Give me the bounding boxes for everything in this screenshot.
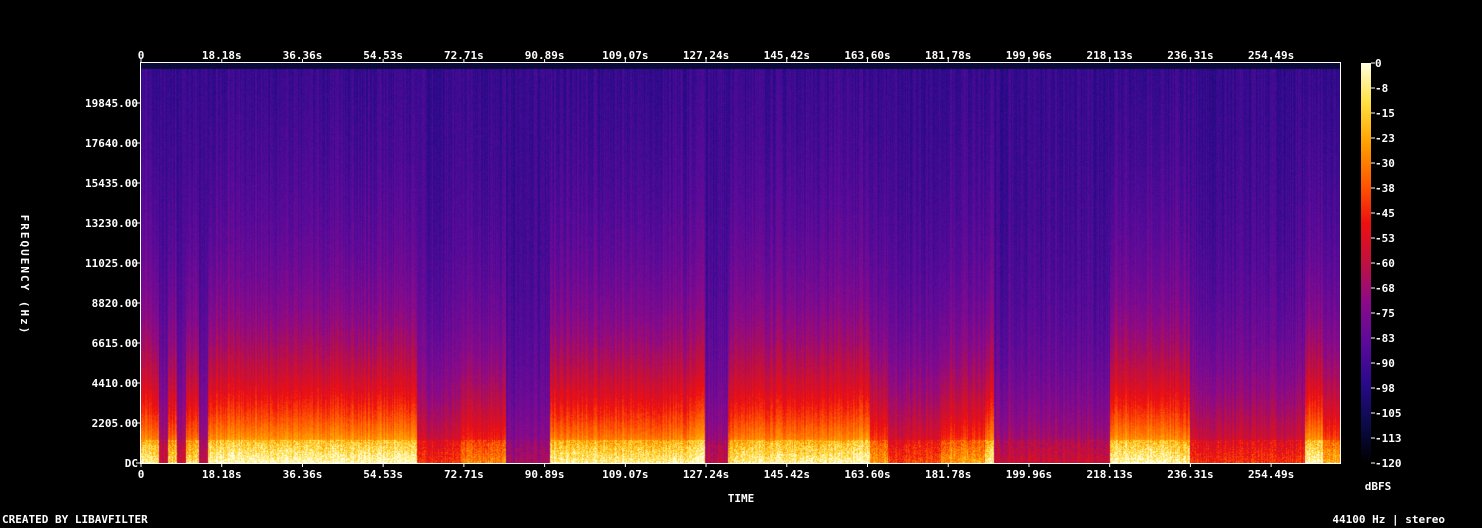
x-tick-label-bottom: 254.49s (1248, 468, 1294, 481)
colorbar-tick-label: -113 (1375, 432, 1402, 445)
colorbar-tick-label: -53 (1375, 232, 1395, 245)
colorbar-tick-label: -75 (1375, 307, 1395, 320)
x-tick-label-top: 18.18s (202, 49, 242, 62)
colorbar-tick-label: -30 (1375, 157, 1395, 170)
spectrogram-image (141, 63, 1340, 463)
colorbar-tick-label: -38 (1375, 182, 1395, 195)
y-tick-label: 2205.00 (92, 417, 138, 430)
colorbar-tick-label: -120 (1375, 457, 1402, 470)
x-tick-label-top: 236.31s (1167, 49, 1213, 62)
x-tick-label-top: 54.53s (363, 49, 403, 62)
x-tick-label-bottom: 199.96s (1006, 468, 1052, 481)
x-tick-label-top: 181.78s (925, 49, 971, 62)
y-tick-label: 13230.00 (85, 217, 138, 230)
y-axis-ticks: DC 2205.00 4410.00 6615.00 8820.00 11025.00 13… (85, 97, 140, 470)
x-tick-label-top: 0 (138, 49, 145, 62)
x-tick-label-bottom: 18.18s (202, 468, 242, 481)
x-tick-label-bottom: 181.78s (925, 468, 971, 481)
x-tick-label-top: 254.49s (1248, 49, 1294, 62)
colorbar-tick-label: -90 (1375, 357, 1395, 370)
y-tick-label: DC (125, 457, 138, 470)
y-tick-label: 6615.00 (92, 337, 138, 350)
colorbar-tick-label: -8 (1375, 82, 1388, 95)
x-tick-label-bottom: 163.60s (844, 468, 890, 481)
colorbar-tick-label: 0 (1375, 57, 1382, 70)
colorbar-tick-label: -45 (1375, 207, 1395, 220)
x-tick-label-bottom: 36.36s (283, 468, 323, 481)
x-tick-label-top: 145.42s (764, 49, 810, 62)
y-tick-label: 4410.00 (92, 377, 138, 390)
x-tick-label-bottom: 236.31s (1167, 468, 1213, 481)
colorbar-tick-label: -83 (1375, 332, 1395, 345)
x-tick-label-bottom: 145.42s (764, 468, 810, 481)
x-tick-label-top: 218.13s (1086, 49, 1132, 62)
colorbar-tick-label: -68 (1375, 282, 1395, 295)
x-tick-label-bottom: 90.89s (525, 468, 565, 481)
footer-credit: CREATED BY LIBAVFILTER (2, 513, 148, 526)
x-tick-label-top: 36.36s (283, 49, 323, 62)
x-tick-label-top: 72.71s (444, 49, 484, 62)
colorbar-tick-label: -23 (1375, 132, 1395, 145)
y-tick-label: 8820.00 (92, 297, 138, 310)
y-axis-label: FREQUENCY (Hz) (18, 215, 31, 336)
colorbar: 0 -8 -15 -23 -30 -38 -45 -53 -60 -68 -75 -83 -90 -98 -… (1361, 57, 1402, 470)
y-tick-label: 11025.00 (85, 257, 138, 270)
x-tick-label-top: 109.07s (602, 49, 648, 62)
colorbar-tick-label: -98 (1375, 382, 1395, 395)
x-tick-label-top: 127.24s (683, 49, 729, 62)
x-tick-label-bottom: 72.71s (444, 468, 484, 481)
y-tick-label: 17640.00 (85, 137, 138, 150)
colorbar-gradient (1361, 63, 1371, 463)
x-tick-label-top: 90.89s (525, 49, 565, 62)
x-tick-label-bottom: 54.53s (363, 468, 403, 481)
x-axis-label: TIME (728, 492, 755, 505)
footer-sample-rate: 44100 Hz | stereo (1332, 513, 1445, 526)
x-tick-label-top: 163.60s (844, 49, 890, 62)
x-tick-label-bottom: 218.13s (1086, 468, 1132, 481)
spectrogram-chart: 0 0 18.18s 18.18s 36.36s 36.36s 54.53s 54.53s 72… (18, 49, 1402, 505)
spectrogram-plot (141, 63, 1340, 463)
colorbar-unit-label: dBFS (1365, 480, 1392, 493)
colorbar-tick-label: -105 (1375, 407, 1402, 420)
x-tick-label-bottom: 109.07s (602, 468, 648, 481)
y-tick-label: 19845.00 (85, 97, 138, 110)
colorbar-tick-label: -15 (1375, 107, 1395, 120)
y-tick-label: 15435.00 (85, 177, 138, 190)
x-tick-label-bottom: 0 (138, 468, 145, 481)
x-tick-label-top: 199.96s (1006, 49, 1052, 62)
x-tick-label-bottom: 127.24s (683, 468, 729, 481)
colorbar-tick-label: -60 (1375, 257, 1395, 270)
